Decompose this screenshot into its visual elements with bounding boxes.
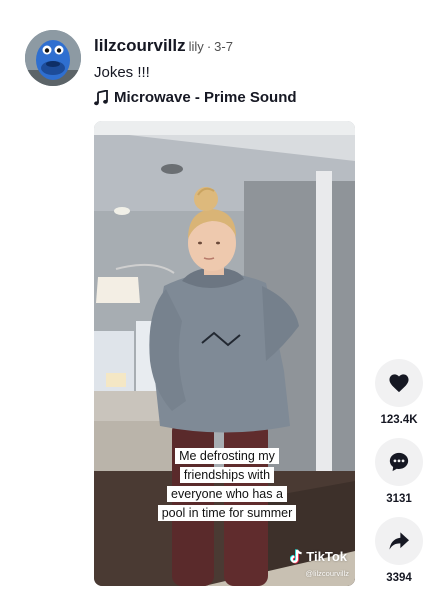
nickname: lily <box>188 39 204 54</box>
comment-button[interactable] <box>375 438 423 486</box>
like-action: 123.4K <box>375 359 423 426</box>
author-line: lilzcourvillz lily · 3-7 <box>94 36 233 56</box>
overlay-line: everyone who has a <box>167 486 287 502</box>
watermark-brand: TikTok <box>306 549 347 564</box>
post-date: 3-7 <box>214 39 233 54</box>
video-text-overlay: Me defrosting my friendships with everyo… <box>151 447 303 523</box>
heart-icon <box>389 374 409 393</box>
share-button[interactable] <box>375 517 423 565</box>
like-button[interactable] <box>375 359 423 407</box>
video-player[interactable]: Me defrosting my friendships with everyo… <box>94 121 355 586</box>
comment-icon <box>389 452 409 472</box>
username-link[interactable]: lilzcourvillz <box>94 36 186 55</box>
tiktok-watermark: TikTok <box>290 549 347 564</box>
post-caption: Jokes !!! <box>94 64 150 81</box>
overlay-line: pool in time for summer <box>157 505 297 521</box>
avatar[interactable] <box>25 30 81 86</box>
share-action: 3394 <box>375 517 423 584</box>
music-title: Microwave - Prime Sound <box>114 89 297 106</box>
music-link[interactable]: Microwave - Prime Sound <box>94 88 297 106</box>
separator-dot: · <box>206 39 212 54</box>
share-icon <box>389 532 409 550</box>
tiktok-post: lilzcourvillz lily · 3-7 Jokes !!! Microwav… <box>0 0 441 612</box>
share-count: 3394 <box>386 572 412 584</box>
tiktok-logo-icon <box>290 549 303 564</box>
overlay-line: Me defrosting my <box>175 448 279 464</box>
music-note-icon <box>94 88 108 106</box>
comment-action: 3131 <box>375 438 423 505</box>
overlay-line: friendships with <box>179 467 275 483</box>
comment-count: 3131 <box>386 493 412 505</box>
like-count: 123.4K <box>380 414 418 426</box>
watermark-handle: @lilzcourvillz <box>305 569 349 578</box>
